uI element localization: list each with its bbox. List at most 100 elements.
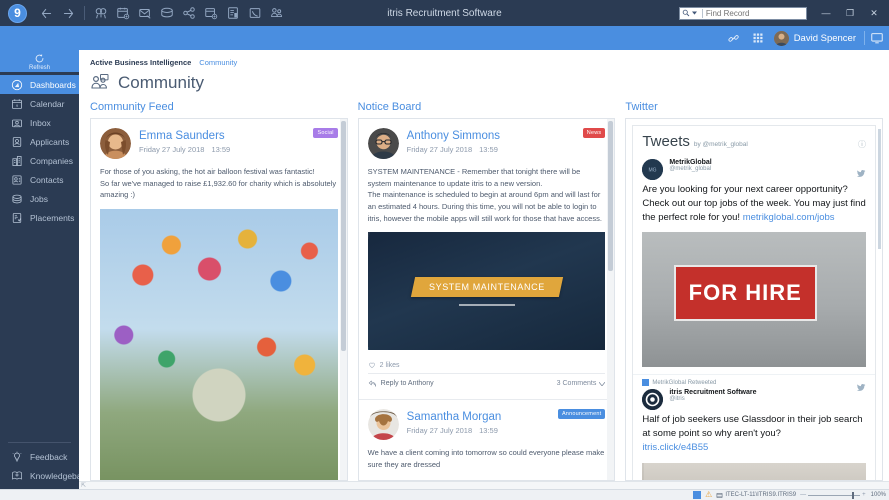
retweet-text: MetrikGlobal Retweeted — [652, 379, 717, 386]
tweet-item[interactable]: MG MetrikGlobal @metrik_global Are you l… — [633, 155, 875, 374]
sidebar-item-label: Companies — [30, 155, 73, 166]
post-body: We have a client coming into tomorrow so… — [368, 447, 606, 470]
search-input[interactable] — [705, 8, 804, 18]
retweet-icon — [642, 379, 650, 387]
status-badge: News — [582, 128, 606, 138]
ribbon-bar: David Spencer — [0, 26, 889, 50]
tweet-handle[interactable]: @itris — [669, 396, 866, 402]
sidebar-item-label: Feedback — [30, 451, 68, 462]
reply-icon — [368, 380, 376, 387]
tweet-author[interactable]: MetrikGlobal — [669, 159, 866, 166]
tweet-image-for-hire: FOR HIRE — [642, 232, 867, 368]
twitter-inner-scrollbar[interactable] — [878, 129, 882, 249]
zoom-track[interactable] — [808, 491, 861, 499]
minimize-button[interactable]: — — [815, 7, 837, 20]
chevron-down-icon[interactable] — [692, 11, 697, 15]
tweet-row: MG MetrikGlobal @metrik_global — [642, 159, 866, 180]
breadcrumb-current[interactable]: Community — [199, 58, 237, 67]
page-title-text: Community — [118, 73, 204, 92]
calendar-add-icon[interactable] — [113, 2, 133, 24]
sidebar-item-jobs[interactable]: Jobs — [0, 189, 79, 208]
heart-icon — [368, 362, 375, 369]
tweet-link[interactable]: itris.click/e4B55 — [642, 442, 708, 453]
sidebar-item-inbox[interactable]: Inbox — [0, 113, 79, 132]
resize-grip-icon[interactable]: ⇱ — [81, 482, 86, 489]
tweet-handle[interactable]: @metrik_global — [669, 166, 866, 172]
refresh-button[interactable]: Refresh — [0, 50, 79, 72]
column-title: Community Feed — [90, 101, 174, 113]
sidebar-item-contacts[interactable]: Contacts — [0, 170, 79, 189]
add-record-icon[interactable] — [201, 2, 221, 24]
user-menu[interactable]: David Spencer — [770, 30, 864, 46]
post-header: Anthony Simmons Friday 27 July 2018 13:5… — [367, 128, 606, 159]
document-icon[interactable] — [223, 2, 243, 24]
horizontal-scroll-area[interactable]: ⇱ — [79, 480, 889, 489]
post-actions: 2 likes Reply to Anthony 3 Comments — [367, 357, 606, 393]
calendar-icon: 9 — [10, 97, 23, 110]
phone-icon[interactable] — [245, 2, 265, 24]
post-action-row: Reply to Anthony 3 Comments — [367, 373, 606, 393]
chevron-down-icon — [599, 381, 606, 386]
zoom-knob[interactable] — [852, 491, 855, 499]
reply-button[interactable]: Reply to Anthony — [368, 379, 434, 388]
sidebar-item-feedback[interactable]: Feedback — [0, 447, 79, 466]
community-feed-panel: Social Emma Saunders Friday 27 July 2018 — [90, 118, 348, 481]
sidebar-item-placements[interactable]: Placements — [0, 208, 79, 227]
ribbon-right-group: David Spencer — [722, 26, 889, 50]
sidebar-item-knowledgebase[interactable]: Knowledgebase — [0, 466, 91, 485]
warning-icon[interactable]: ⚠ — [705, 491, 712, 499]
grid-icon[interactable] — [746, 26, 770, 50]
scrollbar-thumb[interactable] — [340, 121, 346, 351]
info-icon[interactable]: ⓘ — [858, 139, 866, 150]
forward-arrow-icon[interactable] — [58, 2, 78, 24]
companies-icon[interactable] — [157, 2, 177, 24]
column-community-feed: Community Feed Social Emma Saunders Frid… — [90, 101, 348, 481]
back-arrow-icon[interactable] — [36, 2, 56, 24]
sidebar-item-label: Dashboards — [30, 79, 76, 90]
feed-post: Social Emma Saunders Friday 27 July 2018 — [91, 119, 347, 480]
restore-button[interactable]: ❐ — [839, 7, 861, 20]
post-author[interactable]: Anthony Simmons — [407, 130, 500, 142]
close-button[interactable]: ✕ — [863, 7, 885, 20]
tweet-item[interactable]: MetrikGlobal Retweeted itris Recruitment… — [633, 374, 876, 480]
community-icon[interactable] — [267, 2, 287, 24]
comments-count: 3 Comments — [556, 380, 597, 388]
feed-scrollbar[interactable] — [339, 119, 347, 480]
sidebar-item-dashboards[interactable]: Dashboards — [0, 75, 79, 94]
sidebar-item-calendar[interactable]: 9 Calendar — [0, 94, 79, 113]
mail-icon[interactable] — [135, 2, 155, 24]
tweet-content: itris Recruitment Software @itris — [669, 389, 866, 410]
post-line-2: So far we've managed to raise £1,932.60 … — [100, 178, 337, 200]
body: Refresh Dashboards 9 Calendar Inbox Appl… — [0, 50, 889, 489]
tweet-author[interactable]: itris Recruitment Software — [669, 389, 866, 396]
zoom-slider[interactable]: — + 100% — [800, 491, 886, 499]
twitter-widget-inner: Tweets by @metrik_global ⓘ MG MetrikGlob… — [632, 125, 882, 480]
share-network-icon[interactable] — [179, 2, 199, 24]
sidebar-item-companies[interactable]: Companies — [0, 151, 79, 170]
scrollbar-thumb[interactable] — [608, 121, 614, 271]
notice-scrollbar[interactable] — [607, 119, 615, 480]
tweet-link[interactable]: metrikglobal.com/jobs — [743, 212, 835, 223]
screen-icon[interactable] — [865, 26, 889, 50]
twitter-widget-by[interactable]: by @metrik_global — [694, 141, 748, 148]
link-icon[interactable] — [722, 26, 746, 50]
sidebar: Refresh Dashboards 9 Calendar Inbox Appl… — [0, 50, 91, 489]
zoom-out-button[interactable]: — — [800, 492, 806, 498]
post-author[interactable]: Samantha Morgan — [407, 411, 502, 423]
twitter-panel: Tweets by @metrik_global ⓘ MG MetrikGlob… — [625, 118, 884, 481]
sidebar-item-applicants[interactable]: Applicants — [0, 132, 79, 151]
zoom-in-button[interactable]: + — [862, 492, 866, 498]
find-record-search[interactable] — [679, 6, 807, 20]
tweet-media-wrapper: FOR HIRE — [642, 232, 867, 368]
post-author[interactable]: Emma Saunders — [139, 130, 230, 142]
sidebar-nav: Dashboards 9 Calendar Inbox Applicants C… — [0, 75, 79, 227]
applicants-icon — [10, 135, 23, 148]
applicant-search-icon[interactable] — [91, 2, 111, 24]
likes-row[interactable]: 2 likes — [368, 357, 606, 373]
post-date: Friday 27 July 2018 13:59 — [407, 145, 500, 154]
status-chip-icon[interactable] — [693, 491, 702, 499]
breadcrumb-parent[interactable]: Active Business Intelligence — [90, 58, 191, 67]
tweet-text: Half of job seekers use Glassdoor in the… — [642, 413, 866, 454]
comments-toggle[interactable]: 3 Comments — [557, 380, 606, 387]
status-badge: Announcement — [557, 409, 606, 420]
